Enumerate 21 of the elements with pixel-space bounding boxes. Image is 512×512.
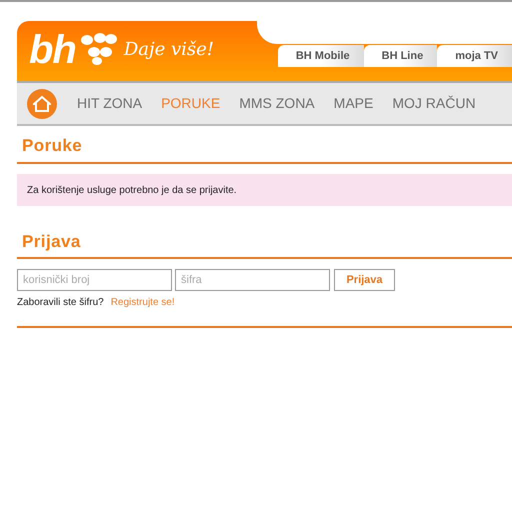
- username-field[interactable]: korisnički broj: [17, 269, 172, 291]
- login-button[interactable]: Prijava: [334, 269, 395, 291]
- top-tab[interactable]: moja TV: [437, 45, 512, 67]
- home-icon: [33, 94, 51, 112]
- nav-item[interactable]: PORUKE: [161, 93, 220, 114]
- nav-item[interactable]: HIT ZONA: [77, 93, 142, 114]
- nav-item[interactable]: MAPE: [334, 93, 374, 114]
- logo-dots-icon: [80, 32, 118, 66]
- logo-text: bh: [29, 30, 76, 70]
- nav-item[interactable]: MMS ZONA: [239, 93, 315, 114]
- top-tab[interactable]: BH Line: [364, 45, 438, 67]
- register-link[interactable]: Registrujte se!: [110, 295, 175, 310]
- notice-message: Za korištenje usluge potrebno je da se prijavite.: [17, 174, 512, 206]
- top-tab[interactable]: BH Mobile: [278, 45, 364, 67]
- section-title: Prijava: [21, 231, 82, 253]
- home-button[interactable]: [27, 88, 57, 118]
- forgot-password-text: Zaboravili ste šifru?: [17, 296, 104, 310]
- password-field[interactable]: šifra: [175, 269, 330, 291]
- nav-item[interactable]: MOJ RAČUN: [392, 93, 476, 114]
- slogan-text: Daje više!: [124, 38, 214, 62]
- section-title: Poruke: [21, 135, 84, 157]
